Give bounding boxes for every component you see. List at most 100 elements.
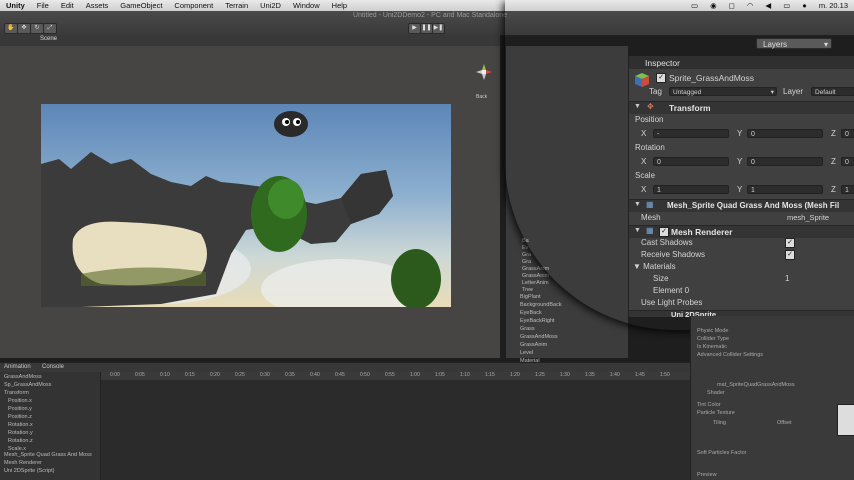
menu-edit[interactable]: Edit xyxy=(55,1,80,10)
transform-icon: ✥ xyxy=(647,102,654,111)
advanced-collider-settings[interactable]: Advanced Collider Settings xyxy=(697,352,763,358)
anim-prop[interactable]: Rotation.x xyxy=(8,422,33,428)
hierarchy-item[interactable]: Tree xyxy=(522,287,533,293)
texture-thumbnail[interactable] xyxy=(837,404,854,436)
menu-window[interactable]: Window xyxy=(287,1,326,10)
timeline-tick-label: 1:20 xyxy=(510,372,520,378)
hierarchy-item[interactable]: EyeBackRight xyxy=(520,318,555,324)
timeline-tick-label: 1:40 xyxy=(610,372,620,378)
anim-prop[interactable]: Mesh Renderer xyxy=(4,460,42,466)
tag-dropdown[interactable]: Untagged ▾ xyxy=(669,87,777,96)
anim-prop[interactable]: Position.x xyxy=(8,398,32,404)
menu-gameobject[interactable]: GameObject xyxy=(114,1,168,10)
anim-prop[interactable]: Position.y xyxy=(8,406,32,412)
menu-unity[interactable]: Unity xyxy=(0,1,31,10)
anim-prop[interactable]: Uni 2DSprite (Script) xyxy=(4,468,54,474)
menubar-icon-box[interactable]: ◻ xyxy=(723,1,741,10)
menu-terrain[interactable]: Terrain xyxy=(219,1,254,10)
menu-file[interactable]: File xyxy=(31,1,55,10)
hierarchy-item[interactable]: GrassAnim xyxy=(522,273,549,279)
anim-prop[interactable]: Rotation.z xyxy=(8,438,33,444)
rotate-tool-button[interactable]: ↻ xyxy=(30,23,44,34)
material-name: mat_SpriteQuadGrassAndMoss xyxy=(717,382,795,388)
animation-timeline[interactable] xyxy=(0,372,690,480)
rotation-x-field[interactable]: 0 xyxy=(653,157,729,166)
timeline-tick-label: 1:35 xyxy=(585,372,595,378)
position-y-field[interactable]: 0 xyxy=(747,129,823,138)
transform-header[interactable]: ▼ ✥ Transform xyxy=(629,101,854,114)
chevron-down-icon: ▾ xyxy=(823,40,828,49)
hierarchy-item[interactable]: Ba xyxy=(522,238,529,244)
scale-tool-button[interactable]: ⤢ xyxy=(43,23,57,34)
mesh-renderer-header[interactable]: ▼ ▦ ✓ Mesh Renderer xyxy=(629,225,854,238)
anim-prop[interactable]: Mesh_Sprite Quad Grass And Moss xyxy=(4,452,92,458)
rotation-label: Rotation xyxy=(635,143,665,152)
object-name[interactable]: Sprite_GrassAndMoss xyxy=(669,73,754,83)
hierarchy-item[interactable]: LetterAnim xyxy=(522,280,549,286)
transform-title: Transform xyxy=(669,103,711,113)
volume-icon[interactable]: ◀ xyxy=(759,1,777,10)
hand-tool-button[interactable]: ✋ xyxy=(4,23,18,34)
clip-name[interactable]: GrassAndMoss xyxy=(4,374,42,380)
mesh-renderer-enabled-checkbox[interactable]: ✓ xyxy=(659,227,669,237)
animation-property-list: GrassAndMoss Sp_GrassAndMoss Transform P… xyxy=(0,372,101,480)
timeline-tick-label: 0:00 xyxy=(110,372,120,378)
tab-console[interactable]: Console xyxy=(42,364,64,370)
inspector-tab-bar: Inspector xyxy=(629,56,854,69)
step-button[interactable]: ▶❚ xyxy=(432,23,445,34)
hierarchy-item[interactable]: GrassAnim xyxy=(520,342,547,348)
tab-animation[interactable]: Animation xyxy=(4,364,31,370)
timeline-tick-label: 1:25 xyxy=(535,372,545,378)
menu-component[interactable]: Component xyxy=(168,1,219,10)
anim-prop[interactable]: Rotation.y xyxy=(8,430,33,436)
anim-prop[interactable]: Sp_GrassAndMoss xyxy=(4,382,51,388)
timeline-tick-label: 0:15 xyxy=(185,372,195,378)
rotation-y-field[interactable]: 0 xyxy=(747,157,823,166)
tab-scene[interactable]: Scene xyxy=(40,36,57,42)
menubar-clock[interactable]: m. 20.13 xyxy=(813,1,854,10)
gizmo-label: Back xyxy=(476,94,488,100)
menubar-icon-monitor[interactable]: ▭ xyxy=(685,1,704,10)
mesh-filter-header[interactable]: ▼ ▦ Mesh_Sprite Quad Grass And Moss (Mes… xyxy=(629,199,854,212)
foldout-arrow-icon: ▼ xyxy=(634,103,641,110)
user-icon[interactable]: ● xyxy=(796,1,813,10)
materials-foldout[interactable]: ▼ Materials xyxy=(633,262,676,271)
scale-z-field[interactable]: 1 xyxy=(841,185,854,194)
hierarchy-item[interactable]: Gra xyxy=(522,259,531,265)
menu-uni2d[interactable]: Uni2D xyxy=(254,1,287,10)
hierarchy-item[interactable]: BackgroundBack xyxy=(520,302,562,308)
layers-dropdown[interactable]: Layers ▾ xyxy=(756,38,832,49)
hierarchy-item[interactable]: GrassAnim xyxy=(522,266,549,272)
scale-y-field[interactable]: 1 xyxy=(747,185,823,194)
anim-prop[interactable]: Transform xyxy=(4,390,29,396)
hierarchy-item[interactable]: BigPlant xyxy=(520,294,541,300)
hierarchy-item[interactable]: EyeBack xyxy=(520,310,542,316)
battery-icon[interactable]: ▭ xyxy=(777,1,796,10)
anim-prop[interactable]: Position.z xyxy=(8,414,32,420)
position-z-field[interactable]: 0 xyxy=(841,129,854,138)
mesh-value[interactable]: mesh_Sprite xyxy=(787,213,829,222)
menu-help[interactable]: Help xyxy=(326,1,353,10)
game-level-preview[interactable] xyxy=(41,104,451,307)
active-checkbox[interactable]: ✓ xyxy=(656,73,666,83)
scene-gizmo-icon[interactable] xyxy=(476,64,492,80)
menubar-icon-camera[interactable]: ◉ xyxy=(704,1,723,10)
layer-dropdown[interactable]: Default xyxy=(811,87,854,96)
receive-shadows-checkbox[interactable]: ✓ xyxy=(785,250,795,260)
mac-menubar: Unity File Edit Assets GameObject Compon… xyxy=(0,0,854,11)
position-x-field[interactable]: - xyxy=(653,129,729,138)
hierarchy-item[interactable]: Ev xyxy=(522,245,528,251)
hierarchy-item[interactable]: Gra xyxy=(522,252,531,258)
size-value[interactable]: 1 xyxy=(785,274,789,283)
size-label: Size xyxy=(653,274,669,283)
wifi-icon[interactable]: ◠ xyxy=(741,1,760,10)
menu-assets[interactable]: Assets xyxy=(80,1,115,10)
hierarchy-item[interactable]: GrassAndMoss xyxy=(520,334,558,340)
hierarchy-item[interactable]: Grass xyxy=(520,326,535,332)
move-tool-button[interactable]: ✥ xyxy=(17,23,31,34)
hierarchy-item[interactable]: Level xyxy=(520,350,533,356)
scale-x-field[interactable]: 1 xyxy=(653,185,729,194)
tab-inspector[interactable]: Inspector xyxy=(645,58,680,68)
rotation-z-field[interactable]: 0 xyxy=(841,157,854,166)
cast-shadows-checkbox[interactable]: ✓ xyxy=(785,238,795,248)
